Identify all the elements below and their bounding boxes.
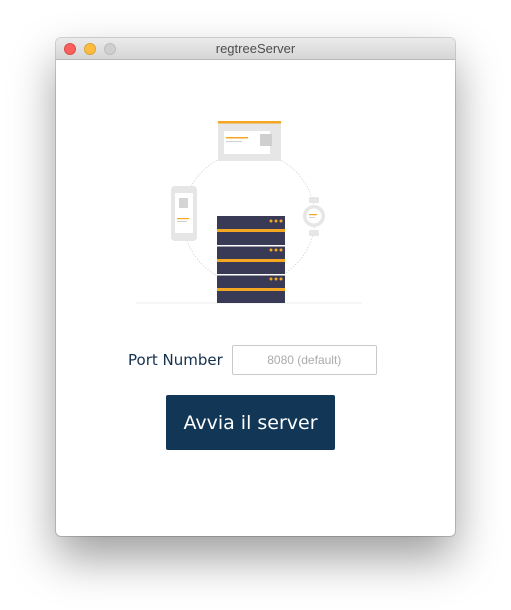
smartwatch-icon	[303, 197, 325, 236]
app-window: regtreeServer Port Number 8080 (default)…	[56, 38, 455, 536]
window-title: regtreeServer	[215, 41, 296, 56]
port-number-label: Port Number	[128, 351, 223, 369]
port-number-row: Port Number	[128, 344, 377, 376]
server-devices-illustration	[136, 121, 362, 304]
smartphone-icon	[171, 186, 197, 241]
port-number-input[interactable]	[231, 345, 377, 375]
title-bar[interactable]: regtreeServer	[56, 38, 455, 60]
browser-window-icon	[218, 121, 281, 161]
start-server-button[interactable]: Avvia il server	[166, 395, 335, 450]
server-rack-icon	[217, 216, 285, 303]
